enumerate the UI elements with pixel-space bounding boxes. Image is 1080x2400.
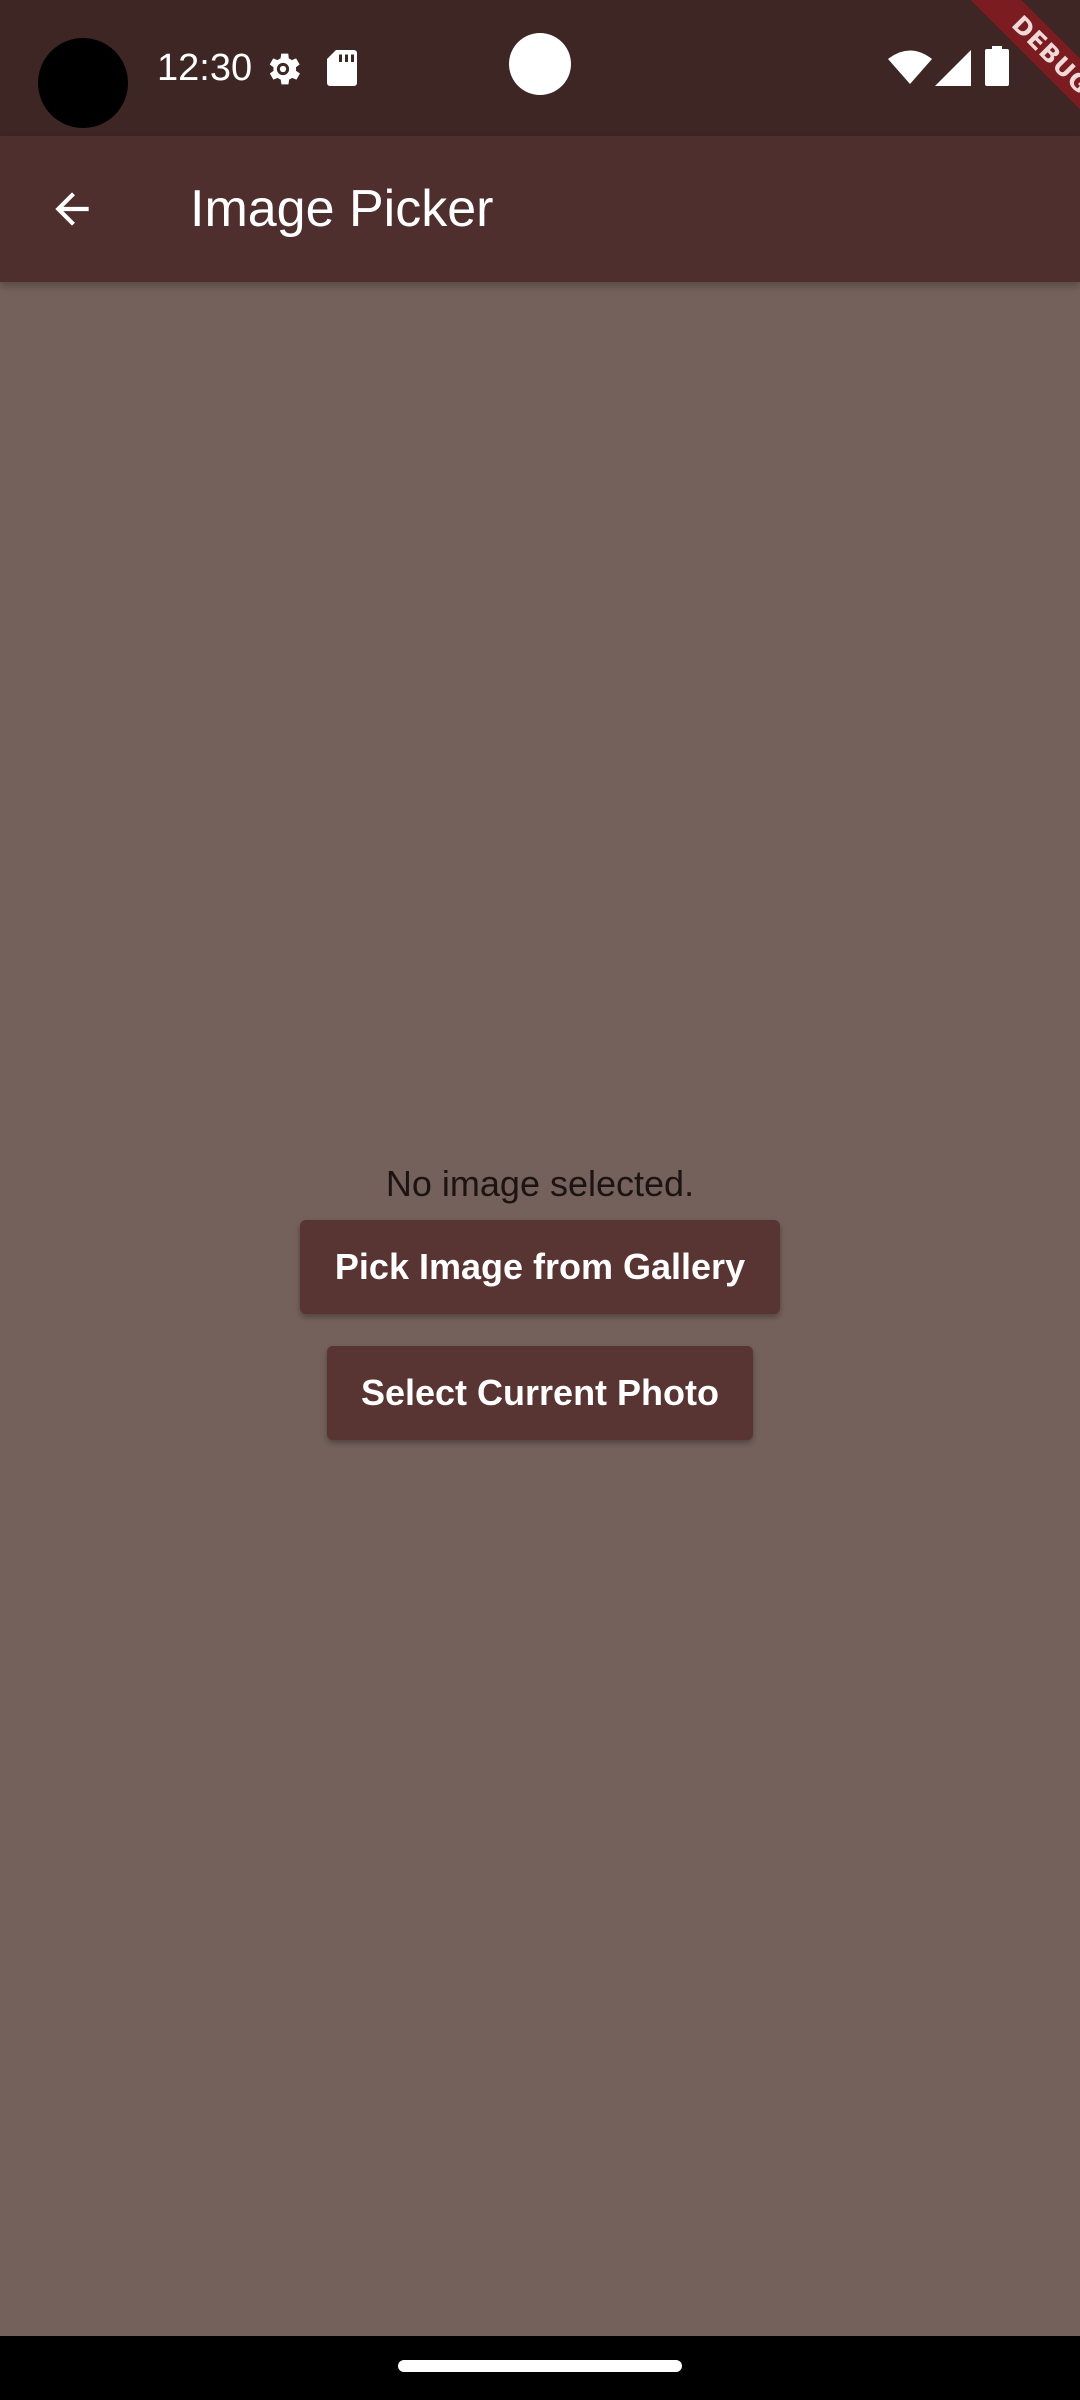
cell-signal-icon	[935, 50, 971, 86]
status-time: 12:30	[157, 47, 253, 89]
page-title: Image Picker	[190, 180, 494, 238]
notification-dot	[509, 33, 571, 95]
screen: 12:30 Image Picker No image selected. Pi…	[0, 0, 1080, 2400]
home-indicator[interactable]	[398, 2360, 682, 2372]
pick-image-from-gallery-button[interactable]: Pick Image from Gallery	[300, 1220, 780, 1314]
main-content: No image selected. Pick Image from Galle…	[0, 282, 1080, 2336]
app-bar: Image Picker	[0, 136, 1080, 282]
select-current-photo-button[interactable]: Select Current Photo	[327, 1346, 753, 1440]
status-bar: 12:30	[0, 0, 1080, 136]
back-button[interactable]	[24, 161, 120, 257]
arrow-back-icon	[55, 192, 89, 226]
sd-card-icon	[327, 50, 357, 86]
wifi-icon	[888, 50, 932, 84]
camera-cutout	[38, 38, 128, 128]
navigation-bar	[0, 2336, 1080, 2400]
battery-icon	[985, 46, 1009, 86]
no-image-status-text: No image selected.	[385, 1163, 695, 1204]
settings-gear-icon	[269, 53, 300, 85]
